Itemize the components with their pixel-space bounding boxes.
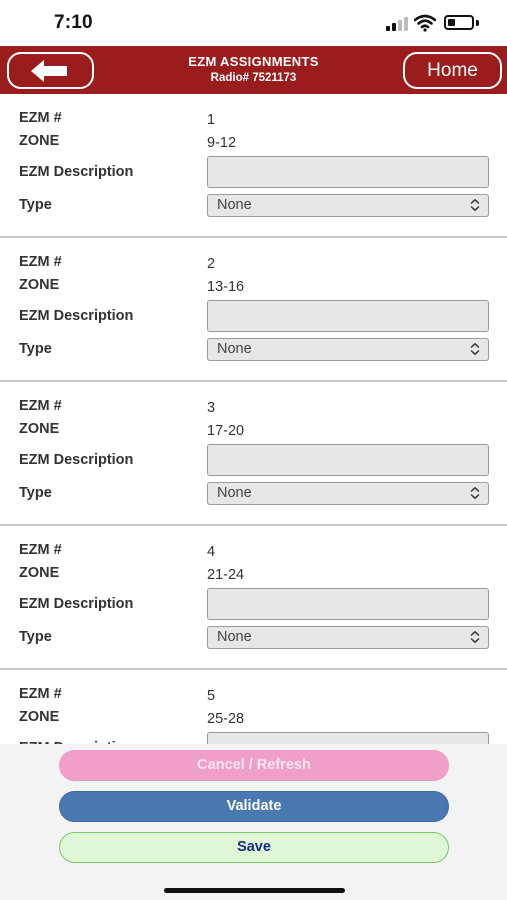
- cellular-signal-icon: [386, 17, 408, 31]
- ezm-number-label: EZM #: [19, 110, 62, 126]
- type-select[interactable]: None: [207, 626, 489, 649]
- ezm-number-label: EZM #: [19, 686, 62, 702]
- app-header: EZM ASSIGNMENTS Radio# 7521173 Home: [0, 46, 507, 94]
- type-selected-value: None: [217, 629, 252, 645]
- ezm-number-label: EZM #: [19, 542, 62, 558]
- chevron-up-down-icon: [470, 343, 480, 355]
- type-select[interactable]: None: [207, 338, 489, 361]
- type-selected-value: None: [217, 485, 252, 501]
- ezm-description-input[interactable]: [207, 732, 489, 744]
- save-button[interactable]: Save: [59, 832, 449, 863]
- zone-value: 9-12: [207, 135, 237, 151]
- zone-value: 21-24: [207, 567, 245, 583]
- ezm-record: EZM # 4 ZONE 21-24 EZM Description Type …: [0, 526, 507, 670]
- ezm-list[interactable]: EZM # 1 ZONE 9-12 EZM Description Type N…: [0, 94, 507, 744]
- zone-label: ZONE: [19, 421, 60, 437]
- cancel-refresh-button[interactable]: Cancel / Refresh: [59, 750, 449, 781]
- left-arrow-icon: [31, 60, 67, 82]
- wifi-icon: [414, 14, 436, 32]
- ezm-description-label: EZM Description: [19, 164, 134, 180]
- ezm-description-input[interactable]: [207, 588, 489, 620]
- ezm-number-value: 3: [207, 400, 216, 416]
- page-title: EZM ASSIGNMENTS: [188, 54, 319, 69]
- chevron-up-down-icon: [470, 199, 480, 211]
- ezm-number-value: 4: [207, 544, 216, 560]
- ezm-description-input[interactable]: [207, 444, 489, 476]
- type-selected-value: None: [217, 197, 252, 213]
- type-label: Type: [19, 197, 52, 213]
- ezm-number-value: 2: [207, 256, 216, 272]
- zone-value: 13-16: [207, 279, 245, 295]
- type-label: Type: [19, 341, 52, 357]
- home-indicator[interactable]: [164, 888, 345, 893]
- chevron-up-down-icon: [470, 487, 480, 499]
- type-select[interactable]: None: [207, 482, 489, 505]
- ezm-description-label: EZM Description: [19, 452, 134, 468]
- ezm-description-input[interactable]: [207, 156, 489, 188]
- ezm-description-label: EZM Description: [19, 308, 134, 324]
- ezm-number-value: 5: [207, 688, 216, 704]
- status-bar: 7:10: [0, 0, 507, 46]
- zone-label: ZONE: [19, 709, 60, 725]
- home-button[interactable]: Home: [403, 52, 502, 89]
- zone-label: ZONE: [19, 133, 60, 149]
- type-label: Type: [19, 629, 52, 645]
- ezm-record: EZM # 2 ZONE 13-16 EZM Description Type …: [0, 238, 507, 382]
- type-select[interactable]: None: [207, 194, 489, 217]
- zone-label: ZONE: [19, 565, 60, 581]
- zone-value: 25-28: [207, 711, 245, 727]
- action-panel: Cancel / Refresh Validate Save: [0, 744, 507, 900]
- chevron-up-down-icon: [470, 631, 480, 643]
- ezm-number-label: EZM #: [19, 398, 62, 414]
- type-label: Type: [19, 485, 52, 501]
- zone-label: ZONE: [19, 277, 60, 293]
- validate-button[interactable]: Validate: [59, 791, 449, 822]
- back-button[interactable]: [7, 52, 94, 89]
- ezm-record: EZM # 1 ZONE 9-12 EZM Description Type N…: [0, 94, 507, 238]
- radio-number: Radio# 7521173: [210, 72, 297, 84]
- battery-tip: [476, 20, 479, 26]
- battery-icon: [444, 15, 474, 30]
- ezm-record: EZM # 5 ZONE 25-28 EZM Description Type …: [0, 670, 507, 744]
- ezm-number-value: 1: [207, 112, 216, 128]
- status-time: 7:10: [54, 12, 93, 33]
- zone-value: 17-20: [207, 423, 245, 439]
- ezm-description-label: EZM Description: [19, 596, 134, 612]
- ezm-number-label: EZM #: [19, 254, 62, 270]
- ezm-description-input[interactable]: [207, 300, 489, 332]
- type-selected-value: None: [217, 341, 252, 357]
- ezm-record: EZM # 3 ZONE 17-20 EZM Description Type …: [0, 382, 507, 526]
